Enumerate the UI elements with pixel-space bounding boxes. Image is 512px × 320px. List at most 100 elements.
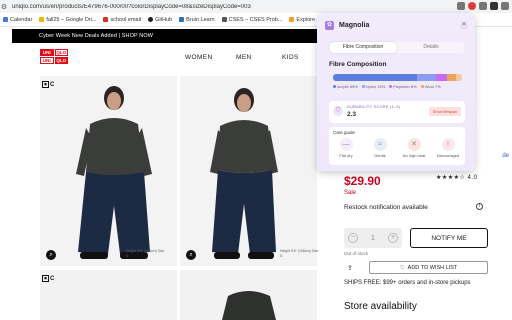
- fibre-legend-label: Polyester 8%: [393, 84, 417, 89]
- fibre-segment: [446, 74, 456, 81]
- heart-icon: ♡: [399, 264, 405, 271]
- magnolia-extension-popup: ✿ Magnolia × Fibre Composition Details F…: [317, 13, 475, 171]
- share-icon[interactable]: ⇪: [347, 264, 353, 272]
- fibre-segment: [436, 74, 447, 81]
- bookmark-github[interactable]: GitHub: [148, 17, 172, 23]
- quantity-value: 1: [371, 234, 375, 242]
- fibre-composition-bar: [333, 74, 462, 81]
- model-caption: Height 5'6" (168cm) Size S: [126, 249, 165, 258]
- fibre-legend-item: Acrylic 65%: [333, 84, 358, 89]
- info-icon[interactable]: i: [476, 203, 483, 210]
- uniqlo-c-badge: ▣ C: [42, 81, 54, 88]
- fibre-legend-item: Polyester 8%: [389, 84, 417, 89]
- store-availability-heading: Store availability: [344, 301, 417, 312]
- leetcode-icon: [289, 17, 295, 22]
- legend-dot-icon: [420, 85, 424, 88]
- fibre-segment: [416, 74, 437, 81]
- sweater-flatlay: [222, 291, 276, 320]
- durability-label: DURABILITY SCORE (1–5): [347, 105, 401, 109]
- rating-stars[interactable]: ★★★★☆ 4.0: [436, 174, 477, 181]
- uniqlo-c-badge: ▣ C: [42, 275, 54, 282]
- add-to-wishlist-button[interactable]: ♡ ADD TO WISH LIST: [369, 261, 488, 274]
- nav-women[interactable]: WOMEN: [185, 54, 213, 61]
- care-discouraged: ! Discouraged: [433, 138, 463, 158]
- bookmark-drive[interactable]: fall25 – Google Dri...: [39, 17, 96, 23]
- bookmark-star-icon[interactable]: [457, 2, 465, 10]
- uniqlo-logo[interactable]: UNI QLO UNI QLO: [40, 49, 68, 64]
- bruin-learn-icon: [179, 17, 185, 22]
- fibre-legend-label: Wool 7%: [424, 84, 441, 89]
- sidebar-toggle-icon[interactable]: [490, 2, 498, 10]
- legend-dot-icon: [389, 85, 393, 88]
- care-gentle: ≈ Gentle: [365, 138, 395, 158]
- popup-header: ✿ Magnolia: [325, 21, 369, 30]
- shield-icon: ⛉: [333, 106, 343, 116]
- restock-notice: Restock notification available: [344, 204, 428, 211]
- fibre-legend-item: Wool 7%: [420, 84, 441, 89]
- bookmark-school-email[interactable]: school email: [103, 17, 141, 23]
- tab-fibre-composition[interactable]: Fibre Composition: [329, 42, 397, 53]
- legend-dot-icon: [333, 85, 336, 88]
- care-guide-title: Care guide: [333, 130, 356, 135]
- drive-icon: [39, 17, 45, 22]
- extension-icon-grey[interactable]: [479, 2, 487, 10]
- fibre-segment: [333, 74, 417, 81]
- promo-banner[interactable]: Cyber Week New Deals Added | SHOP NOW: [12, 29, 317, 43]
- quantity-stepper: − 1 +: [344, 228, 402, 248]
- shipping-info: SHIPS FREE: $99+ orders and in-store pic…: [344, 280, 471, 286]
- cses-icon: [221, 17, 227, 22]
- legend-dot-icon: [361, 85, 365, 88]
- bookmark-calendar[interactable]: Calendar: [3, 17, 32, 23]
- no-heat-icon: ✕: [407, 138, 421, 151]
- tab-details[interactable]: Details: [397, 42, 465, 53]
- nav-kids[interactable]: KIDS: [282, 54, 299, 61]
- model-figure-1: [40, 76, 177, 266]
- durability-score: 2.3: [347, 111, 357, 118]
- care-flat-dry: — Flat dry: [331, 138, 361, 158]
- notify-me-button[interactable]: NOTIFY ME: [410, 228, 488, 248]
- care-guide-card: Care guide — Flat dry ≈ Gentle ✕ No high…: [329, 127, 465, 165]
- discouraged-icon: !: [441, 138, 455, 151]
- browser-address-bar: ⚙ uniqlo.com/us/en/products/E479676-000/…: [0, 0, 512, 13]
- profile-icon[interactable]: [501, 2, 509, 10]
- nav-men[interactable]: MEN: [236, 54, 252, 61]
- model-figure-2: [180, 76, 317, 266]
- product-image-3[interactable]: ▣ C: [40, 270, 177, 320]
- product-image-1[interactable]: ▣ C ⌕ Height 5'6" (168cm) Size S: [40, 76, 177, 266]
- popup-title: Magnolia: [339, 22, 370, 29]
- fibre-legend-label: Acrylic 65%: [337, 84, 358, 89]
- bookmark-bruin-learn[interactable]: Bruin Learn: [179, 17, 215, 23]
- fibre-legend-label: Nylon 15%: [365, 84, 386, 89]
- increment-button[interactable]: +: [388, 233, 398, 243]
- product-image-2[interactable]: ⌕ Height 5'6" (168cm) Size S: [180, 76, 319, 266]
- fibre-legend-item: Nylon 15%: [361, 84, 386, 89]
- mail-icon: [103, 17, 109, 22]
- extension-icon-red[interactable]: [468, 2, 476, 10]
- close-icon[interactable]: ×: [460, 21, 468, 29]
- sale-label: Sale: [344, 190, 357, 196]
- extension-toolbar: [457, 2, 509, 10]
- fibre-segment: [455, 74, 462, 81]
- zoom-icon[interactable]: ⌕: [46, 250, 56, 260]
- decrement-button[interactable]: −: [348, 233, 358, 243]
- reviews-link[interactable]: de: [502, 153, 509, 159]
- price: $29.90: [344, 174, 381, 188]
- fibre-legend: Acrylic 65% Nylon 15% Polyester 8% Wool 7%: [333, 84, 441, 89]
- model-caption: Height 5'6" (168cm) Size S: [280, 249, 319, 258]
- popup-tabs: Fibre Composition Details: [329, 42, 465, 53]
- url-field[interactable]: uniqlo.com/us/en/products/E479676-000/00…: [12, 4, 312, 10]
- calendar-icon: [3, 17, 8, 22]
- zoom-icon[interactable]: ⌕: [186, 250, 196, 260]
- gentle-wash-icon: ≈: [373, 138, 387, 151]
- square-logo-icon: ▣: [42, 275, 49, 282]
- square-logo-icon: ▣: [42, 81, 49, 88]
- magnolia-flower-icon: ✿: [325, 21, 334, 30]
- bookmark-cses[interactable]: CSES – CSES Prob...: [221, 17, 282, 23]
- out-of-stock-label: Out of stock: [344, 251, 369, 256]
- github-icon: [148, 17, 154, 22]
- flat-dry-icon: —: [339, 138, 353, 151]
- page-info-icon[interactable]: ⚙: [0, 3, 8, 11]
- product-image-4[interactable]: [180, 270, 317, 320]
- section-title: Fibre Composition: [329, 61, 387, 68]
- durability-card: ⛉ DURABILITY SCORE (1–5) 2.3 Short lifes…: [329, 101, 465, 123]
